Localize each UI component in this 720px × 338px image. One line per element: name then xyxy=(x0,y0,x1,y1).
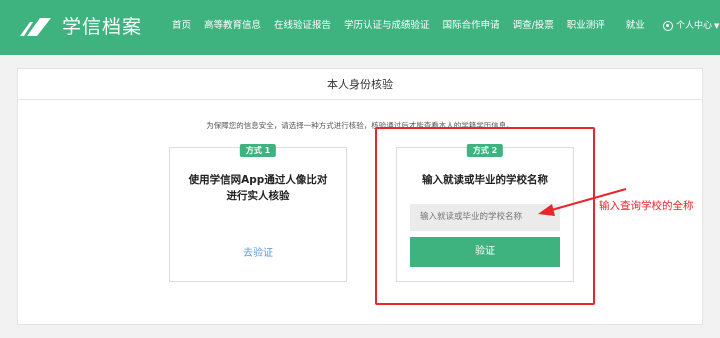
go-verify-link[interactable]: 去验证 xyxy=(170,244,346,259)
nav-higher-education[interactable]: 高等教育信息 xyxy=(204,18,261,34)
annotation-text: 输入查询学校的全称 xyxy=(599,200,694,212)
logo-icon xyxy=(20,18,51,36)
highlight-box xyxy=(375,127,595,305)
method-1-badge: 方式 1 xyxy=(239,144,277,157)
nav-home[interactable]: 首页 xyxy=(172,18,191,34)
user-center-menu[interactable]: 个人中心 ▼ xyxy=(663,18,719,34)
nav-career-test[interactable]: 职业测评 xyxy=(567,18,605,34)
user-icon xyxy=(663,21,673,31)
method-1-title-line1: 使用学信网App通过人像比对 xyxy=(188,174,328,186)
chevron-down-icon: ▼ xyxy=(714,22,720,30)
nav-international[interactable]: 国际合作申请 xyxy=(443,18,500,34)
method-1-panel: 方式 1 使用学信网App通过人像比对 进行实人核验 去验证 xyxy=(169,144,347,282)
top-nav-bar: 学信档案 首页 高等教育信息 在线验证报告 学历认证与成绩验证 国际合作申请 调… xyxy=(0,0,720,55)
method-1-title: 使用学信网App通过人像比对 进行实人核验 xyxy=(170,172,346,204)
user-center-label: 个人中心 xyxy=(676,21,713,31)
nav-survey[interactable]: 调查/投票 xyxy=(513,18,554,34)
nav-employment[interactable]: 就业 xyxy=(626,18,645,34)
nav-degree-verification[interactable]: 学历认证与成绩验证 xyxy=(344,18,430,34)
identity-verification-card: 本人身份核验 为保障您的信息安全，请选择一种方式进行核验，核验通过后才能查看本人… xyxy=(17,68,703,325)
site-logo[interactable]: 学信档案 xyxy=(18,14,142,40)
method-1-title-line2: 进行实人核验 xyxy=(226,190,290,202)
page-title: 本人身份核验 xyxy=(18,69,702,100)
logo-text: 学信档案 xyxy=(62,16,143,38)
security-notice: 为保障您的信息安全，请选择一种方式进行核验，核验通过后才能查看本人的学籍学历信息… xyxy=(206,121,514,130)
nav-online-report[interactable]: 在线验证报告 xyxy=(274,18,331,34)
main-nav: 首页 高等教育信息 在线验证报告 学历认证与成绩验证 国际合作申请 调查/投票 … xyxy=(172,18,658,34)
